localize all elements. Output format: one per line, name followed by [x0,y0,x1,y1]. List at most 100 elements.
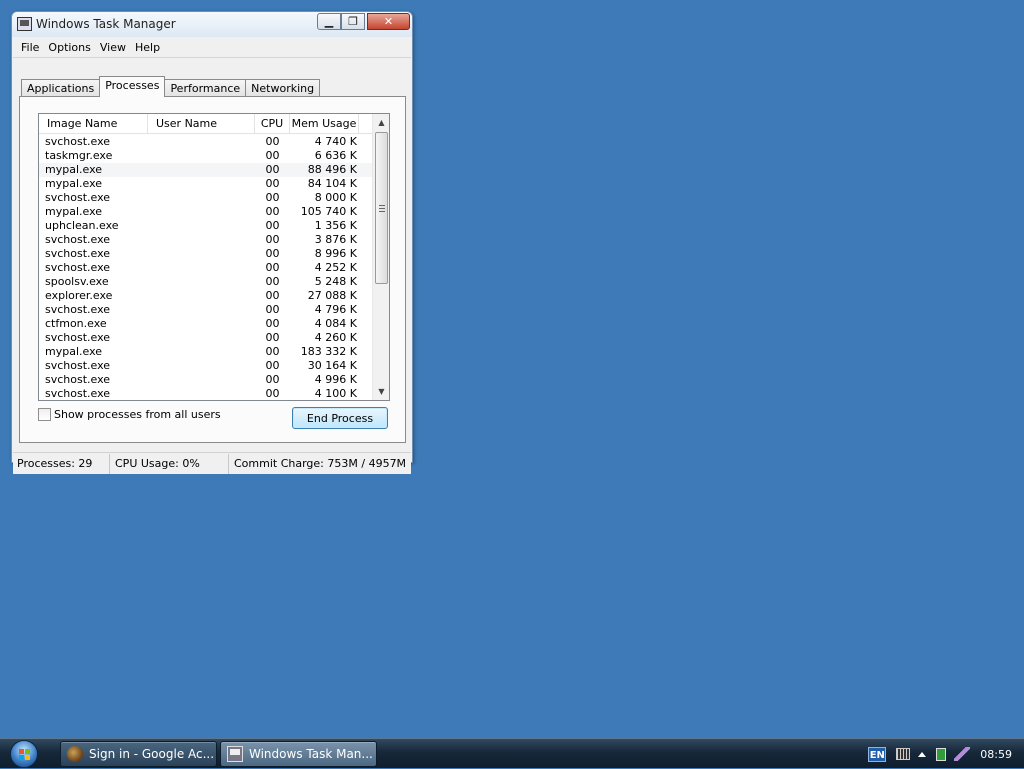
taskbar-button-browser[interactable]: Sign in - Google Ac... [60,741,217,767]
process-user-name [148,303,255,317]
process-cpu: 00 [265,331,280,344]
table-row[interactable]: uphclean.exe 00 1 356 K [39,219,373,233]
column-user-name[interactable]: User Name [148,114,255,134]
tab-strip: Applications Processes Performance Netwo… [21,76,321,97]
start-button[interactable] [10,740,38,768]
column-mem-usage[interactable]: Mem Usage [290,114,359,134]
clock[interactable]: 08:59 [980,748,1012,761]
table-row[interactable]: svchost.exe 00 4 740 K [39,135,373,149]
pen-icon[interactable] [954,747,971,761]
table-row[interactable]: explorer.exe 00 27 088 K [39,289,373,303]
status-processes: Processes: 29 [13,453,110,474]
process-user-name [148,247,255,261]
taskbar: Sign in - Google Ac... Windows Task Man.… [0,738,1024,768]
tab-processes[interactable]: Processes [99,76,166,97]
battery-icon[interactable] [936,747,947,761]
table-row[interactable]: svchost.exe 00 3 876 K [39,233,373,247]
process-mem-usage: 4 740 K [314,135,357,148]
process-cpu: 00 [265,247,280,260]
table-row[interactable]: mypal.exe 00 183 332 K [39,345,373,359]
column-image-name[interactable]: Image Name [39,114,148,134]
keyboard-icon[interactable] [896,748,911,760]
process-cpu: 00 [265,233,280,246]
process-mem-usage: 84 104 K [307,177,357,190]
process-image-name: taskmgr.exe [45,149,113,162]
taskbar-button-task-manager[interactable]: Windows Task Man... [220,741,377,767]
show-all-users-option[interactable]: Show processes from all users [38,408,221,421]
process-list[interactable]: Image Name User Name CPU Mem Usage svcho… [38,113,390,401]
process-user-name [148,317,255,331]
table-row[interactable]: ctfmon.exe 00 4 084 K [39,317,373,331]
process-image-name: explorer.exe [45,289,113,302]
process-mem-usage: 1 356 K [314,219,357,232]
table-row[interactable]: svchost.exe 00 8 996 K [39,247,373,261]
scroll-down-icon[interactable]: ▼ [373,383,389,400]
client-area: Applications Processes Performance Netwo… [13,58,411,474]
process-image-name: spoolsv.exe [45,275,109,288]
table-row[interactable]: svchost.exe 00 8 000 K [39,191,373,205]
process-cpu: 00 [265,219,280,232]
table-row[interactable]: spoolsv.exe 00 5 248 K [39,275,373,289]
scroll-up-icon[interactable]: ▲ [373,114,389,131]
process-image-name: uphclean.exe [45,219,119,232]
process-cpu: 00 [265,303,280,316]
process-user-name [148,275,255,289]
vertical-scrollbar[interactable]: ▲ ▼ [372,114,389,400]
menu-options[interactable]: Options [46,41,97,54]
process-image-name: mypal.exe [45,163,103,176]
process-user-name [148,205,255,219]
process-image-name: svchost.exe [45,135,111,148]
tab-performance[interactable]: Performance [164,79,247,97]
process-user-name [148,387,255,400]
tab-applications[interactable]: Applications [21,79,101,97]
table-row[interactable]: svchost.exe 00 30 164 K [39,359,373,373]
table-row[interactable]: taskmgr.exe 00 6 636 K [39,149,373,163]
process-image-name: svchost.exe [45,331,111,344]
task-manager-icon [227,746,243,762]
menu-help[interactable]: Help [133,41,167,54]
process-mem-usage: 5 248 K [314,275,357,288]
process-cpu: 00 [265,275,280,288]
process-mem-usage: 30 164 K [307,359,357,372]
scroll-thumb[interactable] [375,132,388,284]
show-all-users-checkbox[interactable] [38,408,51,421]
table-row[interactable]: svchost.exe 00 4 996 K [39,373,373,387]
maximize-button[interactable]: ❐ [341,13,365,30]
table-row[interactable]: svchost.exe 00 4 252 K [39,261,373,275]
end-process-button[interactable]: End Process [292,407,388,429]
table-row[interactable]: mypal.exe 00 105 740 K [39,205,373,219]
close-icon: ✕ [383,15,394,28]
process-mem-usage: 105 740 K [300,205,357,218]
taskbar-button-label: Sign in - Google Ac... [89,747,215,761]
minimize-button[interactable]: ▁ [317,13,341,30]
process-cpu: 00 [265,149,280,162]
menu-file[interactable]: File [19,41,46,54]
menu-view[interactable]: View [98,41,133,54]
process-mem-usage: 4 796 K [314,303,357,316]
table-row[interactable]: svchost.exe 00 4 260 K [39,331,373,345]
language-indicator[interactable]: EN [868,746,887,762]
table-row[interactable]: svchost.exe 00 4 100 K [39,387,373,400]
task-manager-icon [17,17,32,31]
process-image-name: mypal.exe [45,177,103,190]
table-row[interactable]: svchost.exe 00 4 796 K [39,303,373,317]
process-cpu: 00 [265,373,280,386]
task-manager-window[interactable]: Windows Task Manager ▁ ❐ ✕ File Options … [11,11,413,474]
tab-networking[interactable]: Networking [245,79,321,97]
table-row[interactable]: mypal.exe 00 84 104 K [39,177,373,191]
minimize-icon: ▁ [324,15,334,28]
process-mem-usage: 8 000 K [314,191,357,204]
process-image-name: svchost.exe [45,359,111,372]
process-mem-usage: 4 084 K [314,317,357,330]
title-bar[interactable]: Windows Task Manager ▁ ❐ ✕ [12,12,412,37]
process-cpu: 00 [265,135,280,148]
browser-icon [67,746,83,762]
close-button[interactable]: ✕ [367,13,410,30]
show-hidden-icons-icon[interactable] [918,751,927,757]
table-row[interactable]: mypal.exe 00 88 496 K [39,163,373,177]
process-image-name: svchost.exe [45,303,111,316]
column-cpu[interactable]: CPU [255,114,290,134]
process-image-name: svchost.exe [45,191,111,204]
process-user-name [148,261,255,275]
process-cpu: 00 [265,177,280,190]
